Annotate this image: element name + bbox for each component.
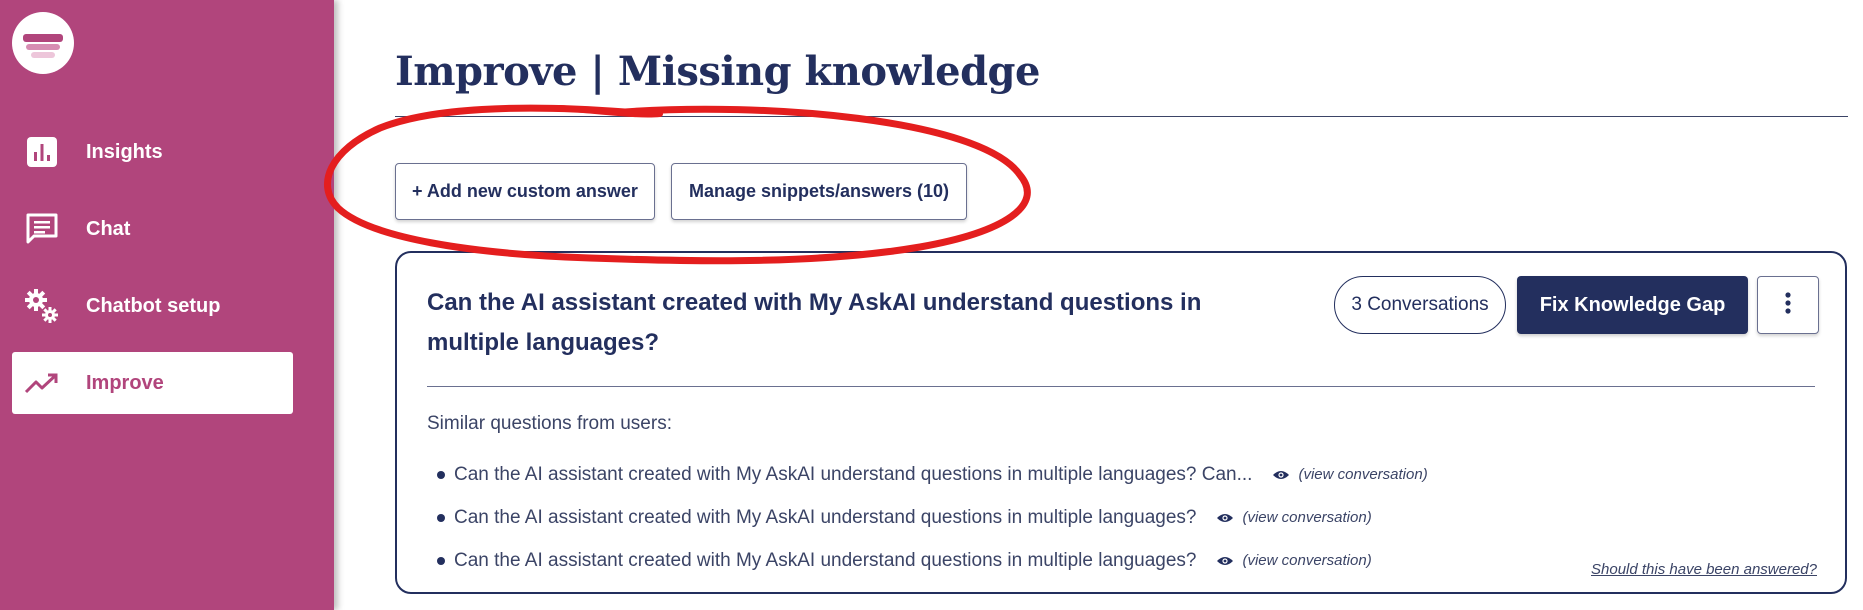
page-title: Improve | Missing knowledge [395, 48, 1040, 95]
list-item: Can the AI assistant created with My Ask… [427, 496, 1428, 539]
title-divider [395, 116, 1848, 117]
list-item: Can the AI assistant created with My Ask… [427, 453, 1428, 496]
view-conversation-label: (view conversation) [1242, 552, 1372, 569]
question-title: Can the AI assistant created with My Ask… [427, 289, 1202, 356]
similar-question-text: Can the AI assistant created with My Ask… [454, 463, 1253, 485]
similar-questions-list: Can the AI assistant created with My Ask… [427, 453, 1428, 582]
fix-knowledge-gap-button[interactable]: Fix Knowledge Gap [1517, 276, 1748, 334]
bullet [437, 470, 445, 479]
view-conversation-label: (view conversation) [1242, 509, 1372, 526]
view-conversation-label: (view conversation) [1298, 466, 1428, 483]
sidebar-item-insights[interactable]: Insights [12, 121, 293, 183]
similar-question-text: Can the AI assistant created with My Ask… [454, 549, 1197, 571]
manage-snippets-button[interactable]: Manage snippets/answers (10) [671, 163, 967, 220]
sidebar: Insights Chat Chatbot setup Improve [0, 0, 334, 610]
similar-questions-heading: Similar questions from users: [427, 413, 672, 434]
sidebar-item-chat[interactable]: Chat [12, 198, 293, 260]
sidebar-item-label: Chatbot setup [86, 294, 221, 317]
view-conversation-link[interactable]: (view conversation) [1272, 466, 1428, 483]
view-conversation-link[interactable]: (view conversation) [1216, 552, 1372, 569]
app-logo[interactable] [12, 12, 74, 74]
should-have-been-answered-link[interactable]: Should this have been answered? [1591, 561, 1817, 578]
missing-knowledge-card: Can the AI assistant created with My Ask… [395, 251, 1847, 594]
eye-icon [1216, 555, 1234, 567]
list-item: Can the AI assistant created with My Ask… [427, 539, 1428, 582]
eye-icon [1272, 469, 1290, 481]
chat-icon [22, 209, 62, 249]
eye-icon [1216, 512, 1234, 524]
card-divider [427, 386, 1815, 387]
sidebar-item-label: Improve [86, 371, 164, 394]
add-custom-answer-button[interactable]: + Add new custom answer [395, 163, 655, 220]
more-vertical-icon [1785, 291, 1791, 319]
gears-icon [22, 286, 62, 326]
similar-question-text: Can the AI assistant created with My Ask… [454, 506, 1197, 528]
bar-chart-icon [22, 132, 62, 172]
conversations-count-button[interactable]: 3 Conversations [1334, 276, 1506, 334]
trending-up-icon [22, 363, 62, 403]
bullet [437, 556, 445, 565]
bullet [437, 513, 445, 522]
sidebar-item-chatbot-setup[interactable]: Chatbot setup [12, 275, 293, 337]
sidebar-item-label: Chat [86, 217, 131, 240]
view-conversation-link[interactable]: (view conversation) [1216, 509, 1372, 526]
sidebar-item-improve[interactable]: Improve [12, 352, 293, 414]
sidebar-item-label: Insights [86, 140, 163, 163]
more-options-button[interactable] [1757, 276, 1819, 334]
